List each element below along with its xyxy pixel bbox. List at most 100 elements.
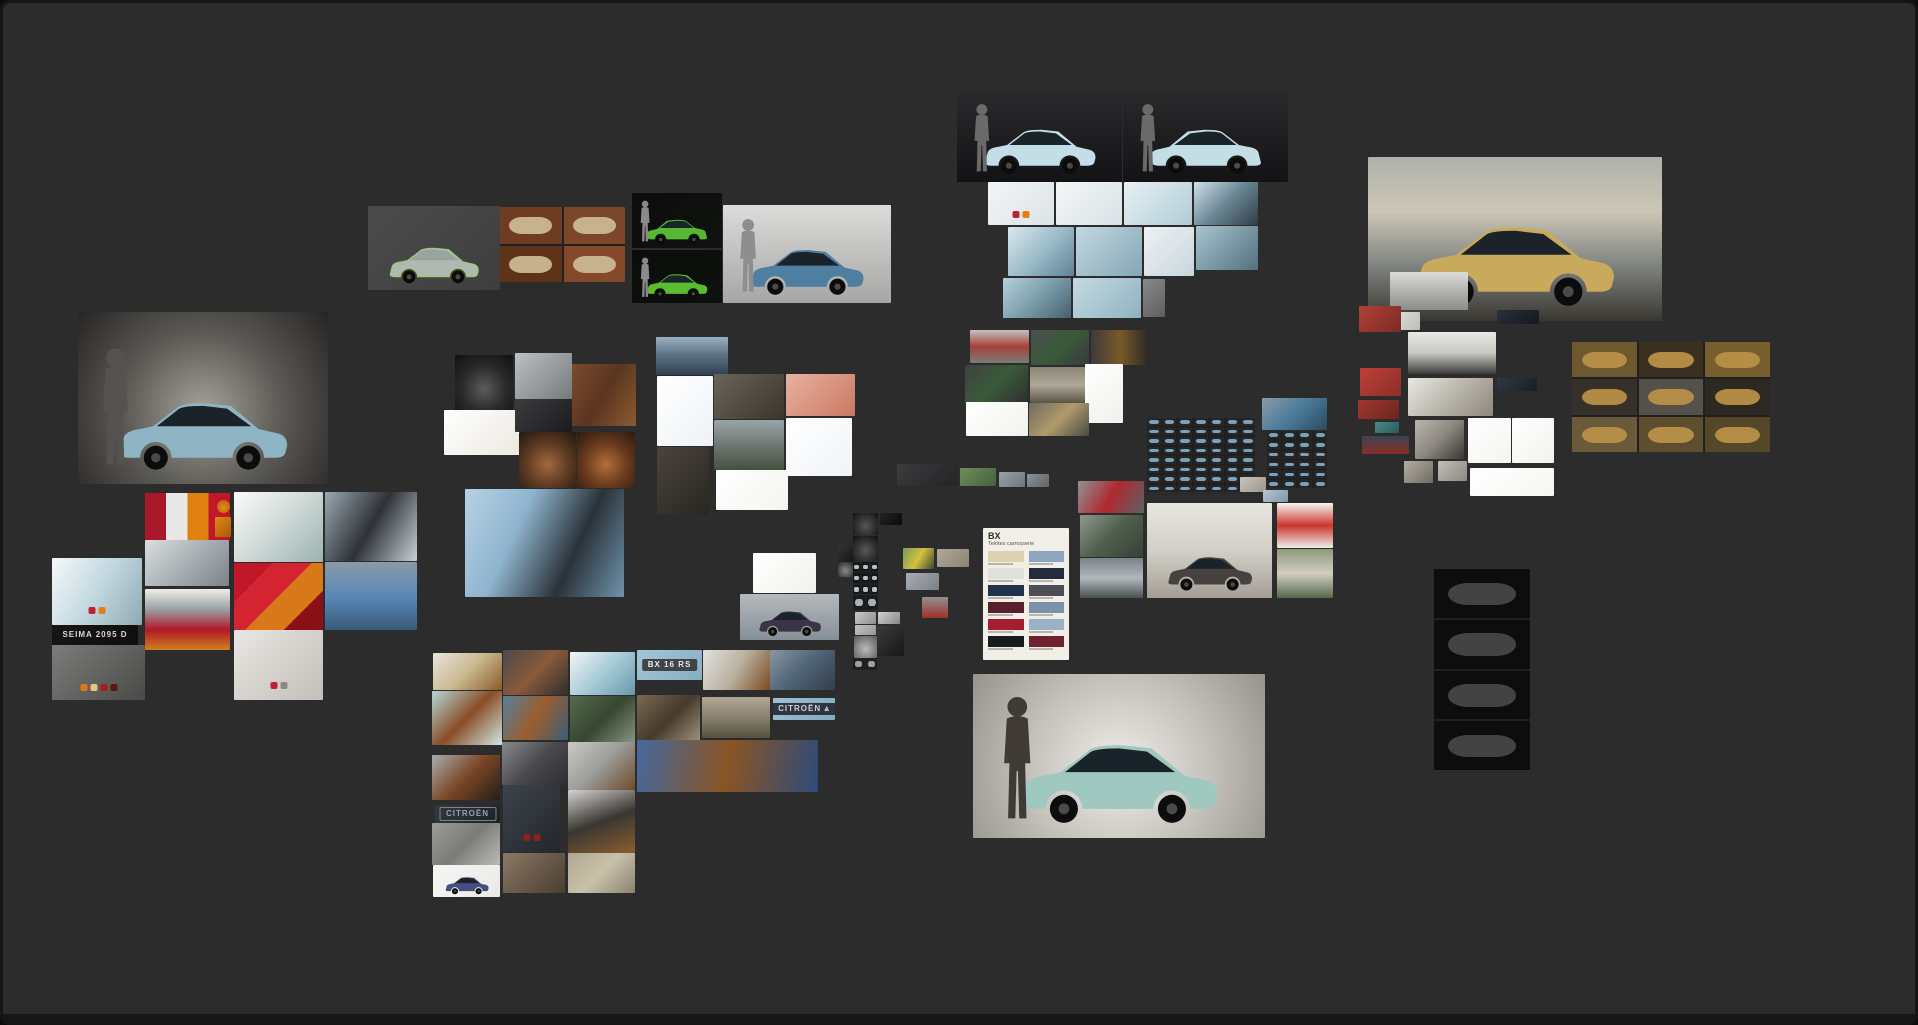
antenna-diagram[interactable] (897, 464, 957, 486)
tread-light-2[interactable] (855, 625, 876, 635)
render-pass-strip[interactable] (1434, 569, 1530, 770)
tire-material-sphere[interactable] (455, 355, 513, 413)
sketch-small-2[interactable] (1263, 490, 1288, 502)
dirty-beige-car[interactable] (702, 697, 770, 738)
taillight-lens-photo[interactable] (145, 589, 230, 650)
grey-photo-small-1[interactable] (999, 472, 1025, 487)
purple-bx-photo[interactable] (740, 594, 839, 640)
turnaround-sprite-grid[interactable] (1147, 418, 1255, 492)
red-rear-wiper[interactable] (1358, 400, 1399, 419)
rust-texture-flat[interactable] (572, 364, 636, 426)
wheel-black-2[interactable] (853, 536, 878, 561)
chassis-line-drawing[interactable] (716, 470, 788, 510)
detail-rear-quarter[interactable] (1003, 278, 1071, 318)
hero-weathered-studio-render[interactable] (973, 674, 1265, 838)
silver-bx-carport-photo[interactable] (970, 330, 1029, 363)
tire-tread-dark[interactable] (515, 399, 572, 432)
tire-arc-dark[interactable] (877, 626, 904, 656)
crashed-bx-photo[interactable] (1080, 515, 1143, 557)
detail-taillight-corner[interactable] (988, 182, 1054, 225)
silver-rust-arch[interactable] (568, 742, 635, 790)
tread-strip-dark[interactable] (880, 513, 902, 525)
blue-panel-rust-patch[interactable] (637, 740, 818, 792)
silver-bx-front-photo[interactable] (906, 573, 939, 590)
red-panel-crop[interactable] (1359, 306, 1401, 332)
hub-small-dark[interactable] (838, 545, 853, 562)
wheel-arch-rust-tire[interactable] (568, 790, 635, 853)
wiper-teal-crop[interactable] (1375, 422, 1399, 433)
silver-bx-white-roof-photo[interactable] (1080, 558, 1143, 598)
wheel-closeup-silver[interactable] (854, 636, 877, 658)
garage-grey-car-photo[interactable] (1147, 503, 1272, 598)
body-cutaway-drawing[interactable] (753, 553, 816, 593)
taillight-disassembled[interactable] (234, 630, 323, 700)
underside-dark-photo[interactable] (657, 447, 709, 515)
rust-chips-asphalt[interactable] (503, 650, 568, 695)
wheel-black-1[interactable] (853, 513, 878, 535)
arch-silver-crop[interactable] (878, 612, 900, 624)
taillight-housing-interior[interactable] (52, 645, 145, 700)
suspension-cutaway-illustration[interactable] (786, 374, 855, 416)
fender-rust-white[interactable] (703, 650, 770, 690)
wagon-trunk-photo[interactable] (1277, 549, 1333, 598)
wireframe-orange[interactable] (1091, 330, 1149, 365)
turnaround-sprite-grid-2[interactable] (1267, 431, 1327, 488)
windshield-wiper-red-car[interactable] (1362, 436, 1409, 454)
white-car-front-crop[interactable] (1390, 272, 1468, 310)
clay-model-photo-grid[interactable] (500, 207, 625, 282)
taillight-housing-back[interactable] (234, 492, 323, 562)
tire-section-diagram[interactable] (444, 410, 522, 455)
wireframe-viewport-2[interactable] (1031, 330, 1089, 365)
red-cowl-wiper[interactable] (1360, 368, 1401, 396)
wiper-arm-grey[interactable] (1415, 420, 1464, 459)
blue-car-photo[interactable] (1262, 398, 1327, 430)
citroen-badge-light[interactable]: CITROËN ⩓ (773, 698, 835, 720)
beige-bx-rear-photo[interactable] (1030, 367, 1089, 403)
green-render-side[interactable] (632, 250, 722, 303)
rearview-mirror-photo[interactable] (325, 562, 417, 630)
gold-bx-front-photo[interactable] (1029, 403, 1089, 436)
suspension-diagram-front[interactable] (657, 376, 713, 446)
grey-photo-small-2[interactable] (1027, 474, 1049, 487)
xray-cutaway-car[interactable] (1408, 378, 1493, 416)
pillar-reflectors[interactable] (503, 785, 560, 852)
textured-blue-render[interactable] (723, 205, 891, 303)
green-car-photo-small[interactable] (960, 468, 996, 486)
detail-sill-white[interactable] (1144, 227, 1194, 276)
red-car-photo[interactable] (922, 597, 948, 618)
tread-light-1[interactable] (855, 612, 876, 624)
suspension-diagram-rear[interactable] (786, 418, 852, 476)
rusty-barrel-lid[interactable] (577, 432, 635, 488)
sepia-render-grid[interactable] (1572, 342, 1770, 452)
detail-front-view[interactable] (1073, 278, 1141, 318)
beige-car-photo[interactable] (937, 549, 969, 567)
turntable-front-render[interactable] (957, 91, 1122, 182)
amber-lens-square[interactable] (215, 517, 231, 537)
rust-material-sphere[interactable] (519, 432, 576, 488)
wiper-arm-photo[interactable] (1404, 461, 1433, 483)
workshop-lift-photo[interactable] (656, 337, 728, 375)
hood-grille-closeup[interactable] (465, 489, 624, 597)
hubcap-pair[interactable] (853, 595, 878, 610)
bx-16-rs-badge[interactable]: BX 16 RS (637, 650, 702, 680)
colour-chart[interactable]: BX Teintes carrosserie (983, 528, 1069, 660)
green-render-rear[interactable] (632, 193, 722, 248)
headlight-closeup[interactable] (1408, 332, 1496, 374)
blueprint-wide[interactable] (966, 402, 1028, 436)
gold-car-side[interactable] (568, 853, 635, 893)
blue-hatchback-white[interactable] (433, 865, 500, 897)
rust-chips-cyan[interactable] (432, 691, 502, 745)
wiper-blade-angle[interactable] (1438, 461, 1467, 481)
underside-photo[interactable] (714, 374, 784, 419)
green-fender-scratches[interactable] (570, 696, 635, 745)
detail-grey-strip[interactable] (1143, 279, 1165, 317)
door-handle-rust[interactable] (503, 696, 568, 740)
turntable-rear-render[interactable] (1123, 91, 1288, 182)
blueprint-tall[interactable] (1085, 364, 1123, 423)
wiper-strip-dark[interactable] (1497, 310, 1539, 324)
dusty-cars-parked[interactable] (502, 742, 568, 785)
detail-body-white[interactable] (1056, 182, 1122, 225)
wireframe-green-dark[interactable] (965, 365, 1028, 403)
red-cutaway-illustration[interactable] (1277, 503, 1333, 548)
detail-rear-window[interactable] (1196, 226, 1258, 270)
